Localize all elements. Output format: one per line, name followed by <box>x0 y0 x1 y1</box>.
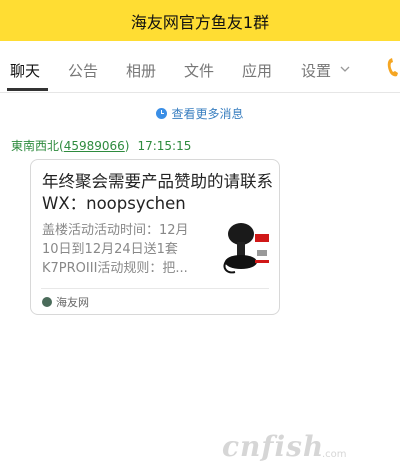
card-description: 盖楼活动活动时间：12月10日到12月24日送1套K7PROIII活动规则：把.… <box>42 223 189 276</box>
tab-bar: 聊天 公告 相册 文件 应用 设置 <box>0 41 400 93</box>
card-source-label: 海友网 <box>56 296 89 309</box>
tab-chat[interactable]: 聊天 <box>10 61 40 81</box>
sender-name[interactable]: 東南西北 <box>11 139 59 153</box>
message-time: 17:15:15 <box>137 139 192 153</box>
watermark-domain: .com <box>322 449 347 460</box>
card-source: 海友网 <box>42 294 89 310</box>
window-title: 海友网官方鱼友1群 <box>130 12 270 32</box>
tab-apps[interactable]: 应用 <box>242 61 272 81</box>
shared-link-card[interactable]: 年终聚会需要产品赞助的请联系WX：noopsychen 盖楼活动活动时间：12月… <box>30 159 280 315</box>
product-thumbnail-image <box>221 220 271 276</box>
chevron-down-icon[interactable] <box>340 66 350 73</box>
phone-icon[interactable] <box>386 57 400 79</box>
window-title-bar: 海友网官方鱼友1群 <box>0 0 400 41</box>
message-header: 東南西北(45989066) 17:15:15 <box>11 139 192 153</box>
active-tab-indicator <box>7 88 48 91</box>
tab-files[interactable]: 文件 <box>184 61 214 81</box>
sender-qq-number[interactable]: 45989066 <box>64 139 125 153</box>
clock-icon <box>156 107 168 119</box>
card-divider <box>41 288 269 289</box>
card-title: 年终聚会需要产品赞助的请联系WX：noopsychen <box>42 172 273 213</box>
watermark-logo: cnfish <box>222 430 325 463</box>
tab-album[interactable]: 相册 <box>126 61 156 81</box>
view-more-messages-label: 查看更多消息 <box>171 106 244 121</box>
source-app-icon <box>42 297 52 307</box>
view-more-messages-link[interactable]: 查看更多消息 <box>0 103 400 123</box>
tab-announcement[interactable]: 公告 <box>68 61 98 81</box>
tab-settings[interactable]: 设置 <box>301 61 331 81</box>
